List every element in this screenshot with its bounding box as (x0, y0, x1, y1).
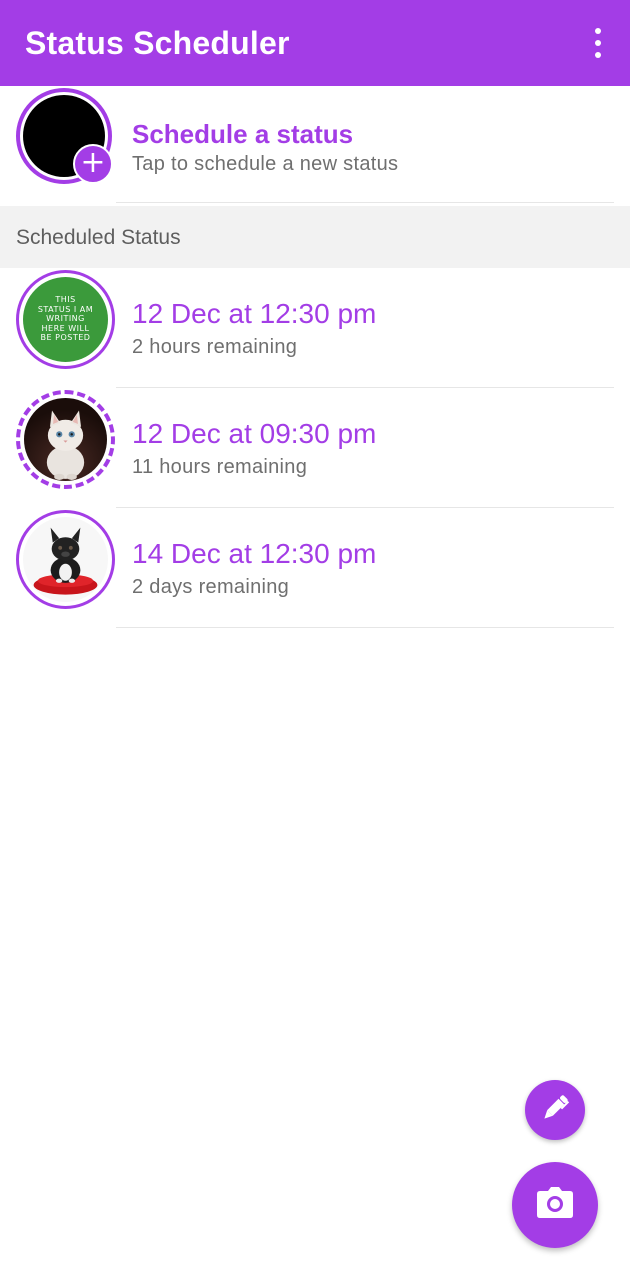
status-date: 12 Dec at 12:30 pm (132, 298, 377, 329)
status-date: 12 Dec at 09:30 pm (132, 418, 377, 449)
more-vert-icon[interactable] (584, 28, 612, 58)
status-remaining: 2 days remaining (132, 576, 290, 598)
camera-icon (535, 1186, 575, 1225)
scheduled-status-item[interactable]: 12 Dec at 09:30 pm 11 hours remaining (0, 388, 630, 508)
divider (116, 627, 614, 628)
french-bulldog-photo (23, 517, 108, 602)
schedule-status-row[interactable]: + Schedule a status Tap to schedule a ne… (0, 86, 630, 206)
app-title: Status Scheduler (25, 24, 290, 61)
scheduled-status-item[interactable]: THIS STATUS I AM WRITING HERE WILL BE PO… (0, 268, 630, 388)
status-thumbnail: THIS STATUS I AM WRITING HERE WILL BE PO… (16, 270, 115, 369)
status-remaining: 11 hours remaining (132, 456, 308, 478)
app-bar: Status Scheduler (0, 0, 630, 86)
section-header: Scheduled Status (0, 206, 630, 268)
status-date: 14 Dec at 12:30 pm (132, 538, 377, 569)
section-header-label: Scheduled Status (16, 226, 181, 249)
pen-icon (538, 1091, 572, 1130)
scheduled-status-item[interactable]: 14 Dec at 12:30 pm 2 days remaining (0, 508, 630, 628)
schedule-status-title: Schedule a status (132, 119, 354, 149)
status-remaining: 2 hours remaining (132, 336, 298, 358)
status-thumbnail (16, 510, 115, 609)
new-photo-status-button[interactable] (512, 1162, 598, 1248)
schedule-status-subtitle: Tap to schedule a new status (132, 153, 399, 175)
kitten-photo (24, 398, 107, 481)
new-text-status-button[interactable] (525, 1080, 585, 1140)
thumbnail-text: THIS STATUS I AM WRITING HERE WILL BE PO… (37, 295, 94, 342)
scheduled-status-list: THIS STATUS I AM WRITING HERE WILL BE PO… (0, 268, 630, 628)
plus-icon: + (73, 144, 113, 184)
status-thumbnail (16, 390, 115, 489)
divider (116, 202, 614, 203)
